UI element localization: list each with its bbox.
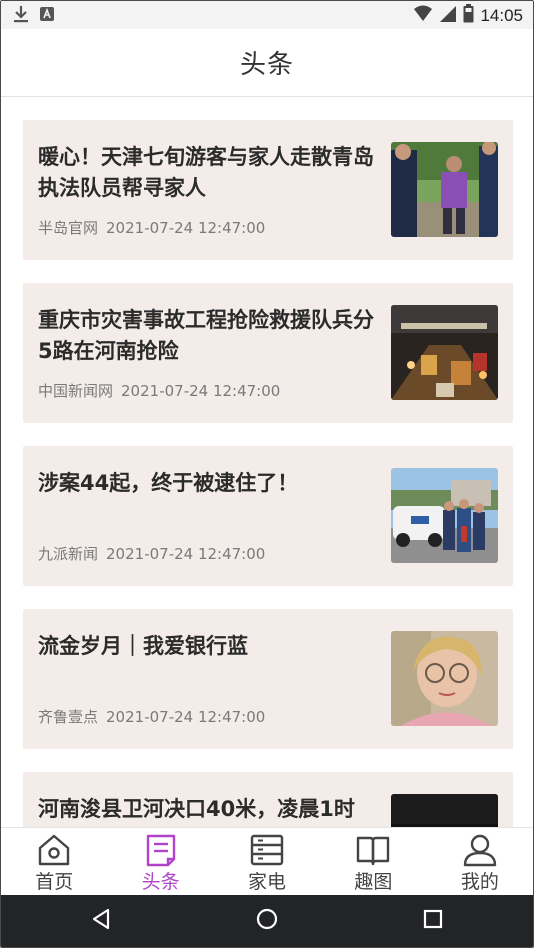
news-card[interactable]: 流金岁月｜我爱银行蓝 齐鲁壹点 2021-07-24 12:47:00 [23,609,513,749]
news-title[interactable]: 涉案44起，终于被逮住了！ [38,468,383,499]
news-time: 2021-07-24 12:47:00 [106,219,266,237]
home-circle-icon [255,907,279,935]
news-time: 2021-07-24 12:47:00 [106,545,266,563]
news-feed[interactable]: 暖心！天津七旬游客与家人走散青岛执法队员帮寻家人 半岛官网 2021-07-24 … [1,97,533,827]
news-thumbnail[interactable] [391,468,498,563]
user-icon [462,833,498,871]
status-time: 14:05 [480,5,523,25]
download-icon [13,5,29,27]
nav-label: 我的 [460,871,499,893]
nav-label: 家电 [248,871,287,893]
news-source: 中国新闻网 [38,382,114,400]
nav-item-fun-pics[interactable]: 趣图 [320,828,426,895]
news-card[interactable]: 暖心！天津七旬游客与家人走散青岛执法队员帮寻家人 半岛官网 2021-07-24 … [23,120,513,260]
news-thumbnail[interactable] [391,305,498,400]
nav-label: 首页 [35,871,74,893]
appliance-icon [249,833,285,871]
nav-item-mine[interactable]: 我的 [427,828,533,895]
status-left [13,5,55,27]
book-icon [355,833,391,871]
news-meta: 中国新闻网 2021-07-24 12:47:00 [38,380,280,401]
app-frame: 14:05 头条 暖心！天津七旬游客与家人走散青岛执法队员帮寻家人 半岛官网 20… [0,0,534,948]
news-thumbnail[interactable] [391,142,498,237]
nav-item-home[interactable]: 首页 [1,828,107,895]
news-thumbnail[interactable] [391,631,498,726]
nav-label: 头条 [141,871,180,893]
news-card[interactable]: 涉案44起，终于被逮住了！ 九派新闻 2021-07-24 12:47:00 [23,446,513,586]
news-source: 齐鲁壹点 [38,708,99,726]
nav-item-news[interactable]: 头条 [107,828,213,895]
news-time: 2021-07-24 12:47:00 [121,382,281,400]
wifi-icon [413,5,433,27]
news-card[interactable]: 重庆市灾害事故工程抢险救援队兵分5路在河南抢险 中国新闻网 2021-07-24 … [23,283,513,423]
status-bar: 14:05 [1,1,533,29]
news-source: 九派新闻 [38,545,99,563]
news-meta: 九派新闻 2021-07-24 12:47:00 [38,543,265,564]
news-time: 2021-07-24 12:47:00 [106,708,266,726]
app-header: 头条 [1,29,533,97]
app-notification-icon [39,6,55,26]
news-icon [143,833,179,871]
home-button[interactable] [255,907,279,935]
home-icon [36,833,72,871]
system-nav-bar [1,895,533,947]
page-title: 头条 [239,50,294,80]
back-button[interactable] [89,908,113,934]
news-title[interactable]: 暖心！天津七旬游客与家人走散青岛执法队员帮寻家人 [38,142,383,204]
news-source: 半岛官网 [38,219,99,237]
news-meta: 齐鲁壹点 2021-07-24 12:47:00 [38,706,265,727]
bottom-nav: 首页 头条 家电 趣图 我的 [1,827,533,895]
news-card[interactable]: 河南浚县卫河决口40米，凌晨1时 [23,772,513,827]
battery-icon [463,4,474,27]
status-right: 14:05 [413,4,523,27]
news-title[interactable]: 河南浚县卫河决口40米，凌晨1时 [38,794,383,825]
news-title[interactable]: 重庆市灾害事故工程抢险救援队兵分5路在河南抢险 [38,305,383,367]
news-meta: 半岛官网 2021-07-24 12:47:00 [38,217,265,238]
news-thumbnail[interactable] [391,794,498,827]
back-triangle-icon [90,908,112,934]
nav-label: 趣图 [354,871,393,893]
recents-button[interactable] [421,909,445,933]
signal-icon [439,5,457,27]
nav-item-appliance[interactable]: 家电 [214,828,320,895]
recents-square-icon [422,908,444,934]
news-title[interactable]: 流金岁月｜我爱银行蓝 [38,631,383,662]
